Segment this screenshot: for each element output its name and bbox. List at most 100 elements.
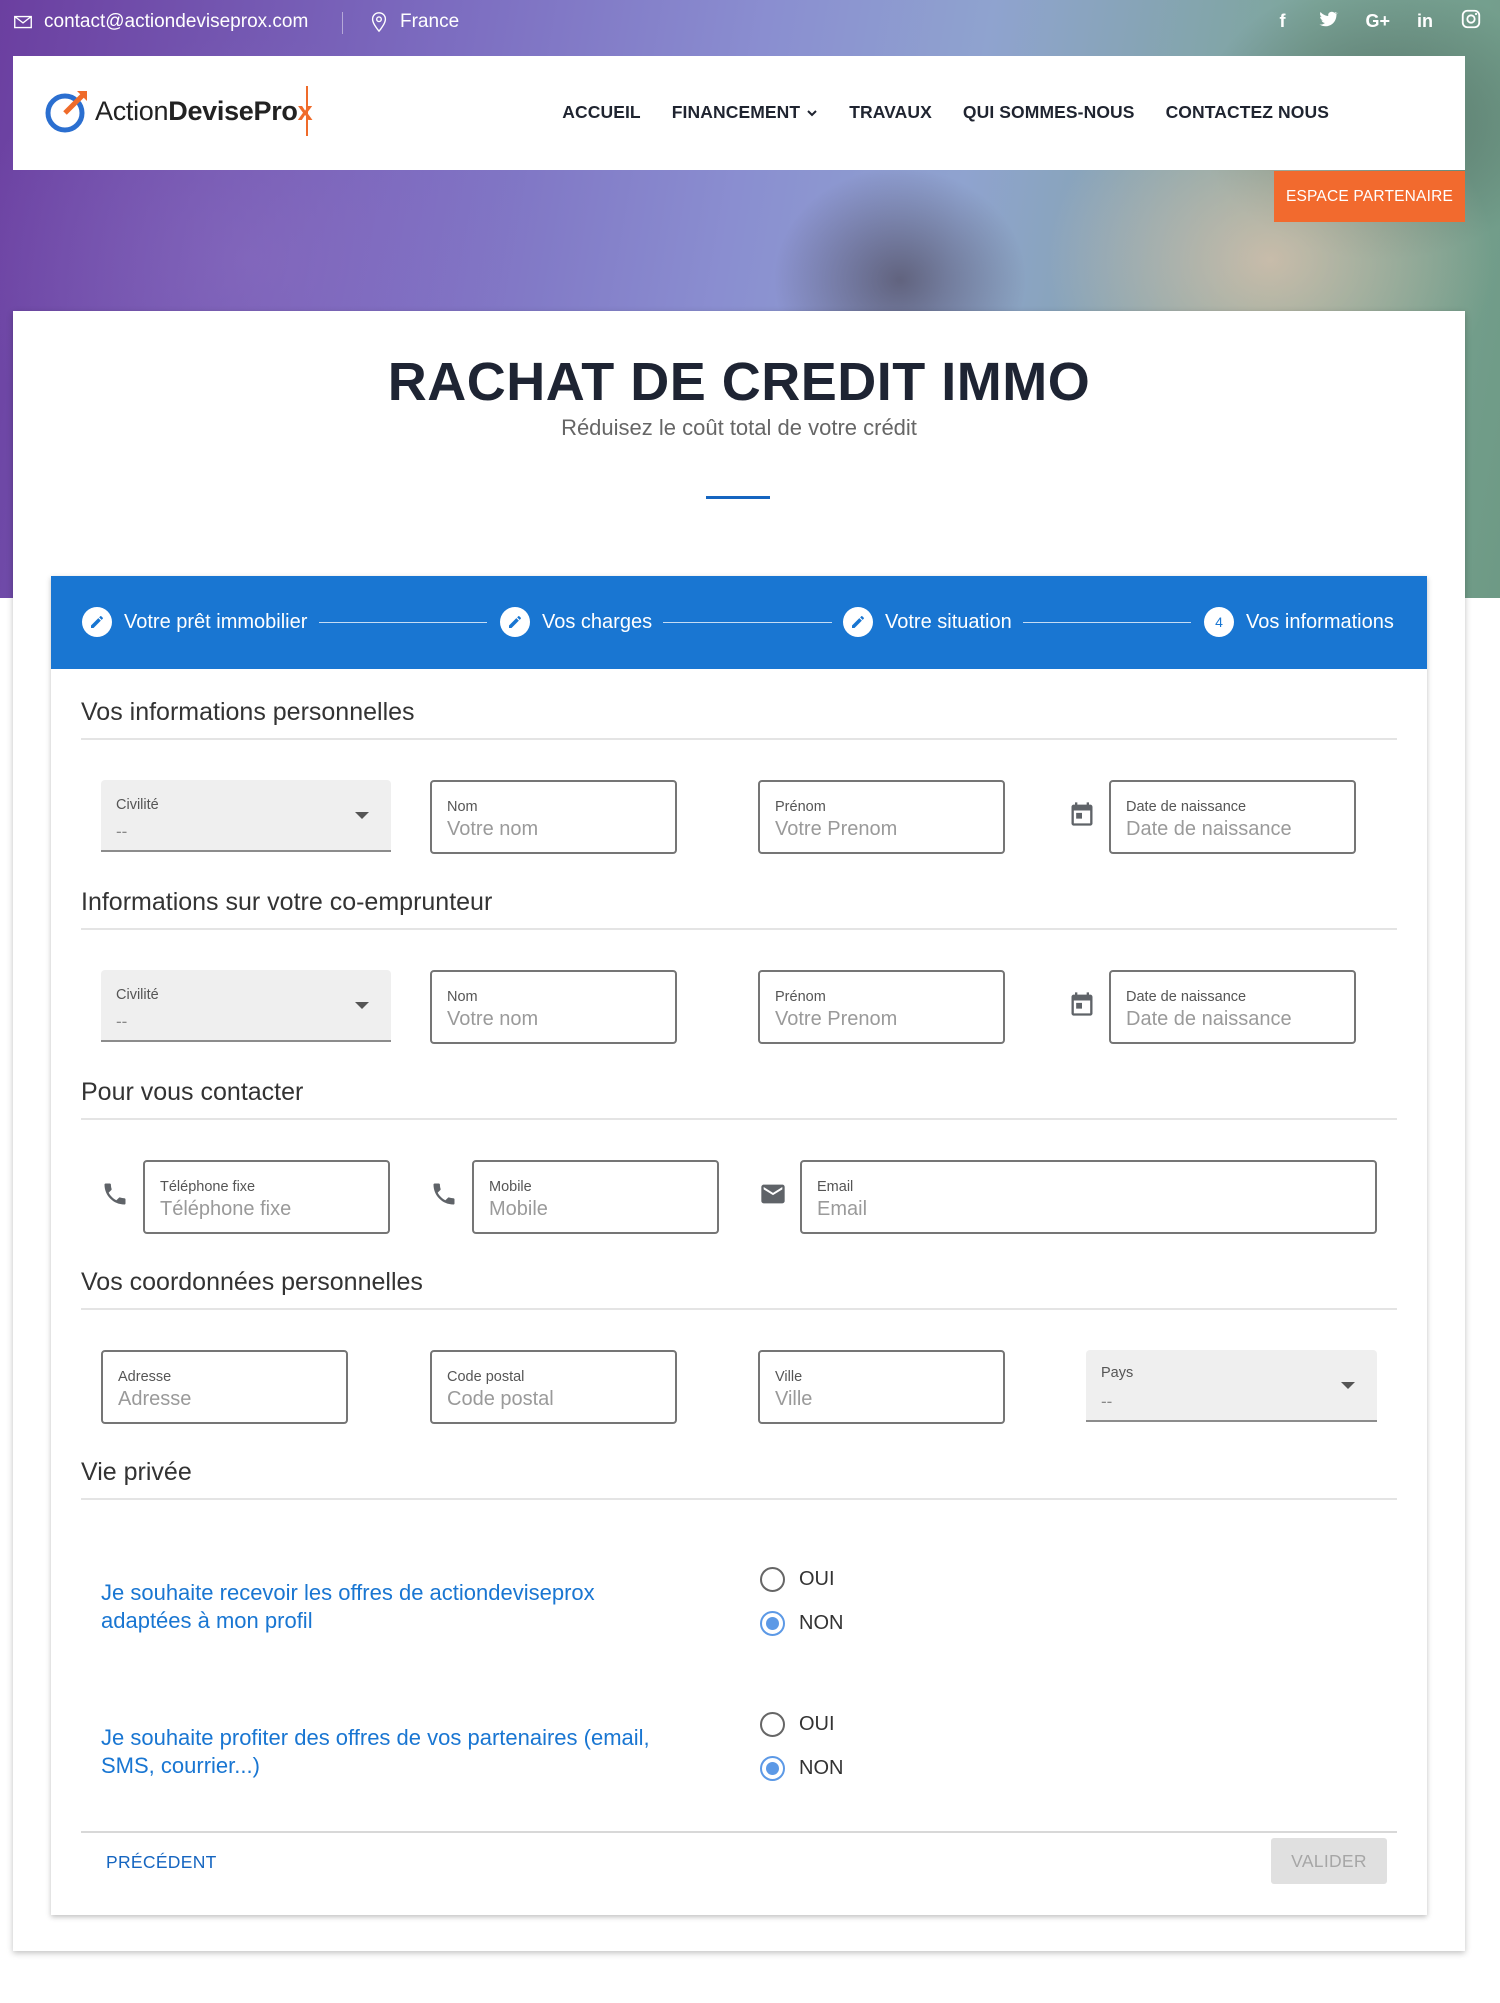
field-label: Prénom — [775, 799, 826, 815]
radio-partners-oui[interactable]: OUI — [760, 1712, 835, 1737]
edit-pencil-icon — [843, 607, 873, 637]
nom-input[interactable] — [447, 818, 660, 841]
ville-field[interactable]: Ville — [758, 1350, 1005, 1424]
section-title-personal: Vos informations personnelles — [81, 698, 415, 726]
nav-financement-label: FINANCEMENT — [671, 102, 801, 122]
field-label: Ville — [775, 1369, 803, 1385]
radio-offers-non[interactable]: NON — [760, 1611, 843, 1636]
prenom-field[interactable]: Prénom — [758, 780, 1005, 854]
twitter-icon[interactable] — [1317, 8, 1339, 35]
email-field[interactable]: Email — [800, 1160, 1377, 1234]
mobile-input[interactable] — [489, 1198, 702, 1221]
section-title-address: Vos coordonnées personnelles — [81, 1268, 423, 1296]
pays-select[interactable]: Pays -- — [1086, 1350, 1377, 1422]
location-text: France — [400, 11, 460, 32]
dropdown-arrow-icon — [355, 812, 369, 819]
linkedin-icon[interactable]: in — [1416, 11, 1434, 32]
step-connector — [1023, 622, 1191, 623]
step-connector — [663, 622, 832, 623]
email-input[interactable] — [817, 1198, 1360, 1221]
top-bar: contact@actiondeviseprox.com France f G+… — [0, 0, 1500, 45]
field-label: Civilité — [116, 797, 159, 813]
nav-accueil[interactable]: ACCUEIL — [562, 102, 640, 123]
submit-button[interactable]: VALIDER — [1271, 1838, 1387, 1884]
calendar-icon[interactable] — [1068, 800, 1096, 828]
edit-pencil-icon — [500, 607, 530, 637]
nom-field[interactable]: Nom — [430, 780, 677, 854]
step-label: Vos informations — [1246, 610, 1394, 633]
radio-label: OUI — [799, 1713, 835, 1735]
step-situation[interactable]: Votre situation — [843, 607, 1012, 637]
social-links: f G+ in — [1273, 8, 1482, 35]
adresse-input[interactable] — [118, 1388, 331, 1411]
nav-contactez-nous[interactable]: CONTACTEZ NOUS — [1166, 102, 1329, 123]
telephone-fixe-field[interactable]: Téléphone fixe — [143, 1160, 390, 1234]
civilite-select[interactable]: Civilité -- — [101, 780, 391, 852]
field-label: Nom — [447, 989, 478, 1005]
step-informations[interactable]: 4 Vos informations — [1204, 607, 1394, 637]
step-charges[interactable]: Vos charges — [500, 607, 652, 637]
location: France — [368, 11, 459, 33]
co-date-naissance-input[interactable] — [1126, 1008, 1339, 1031]
section-title-coborrower: Informations sur votre co-emprunteur — [81, 888, 493, 916]
field-label: Email — [817, 1179, 854, 1195]
privacy-question-offers: Je souhaite recevoir les offres de actio… — [101, 1579, 701, 1635]
privacy-question-line: Je souhaite profiter des offres de vos p… — [101, 1725, 650, 1750]
phone-icon — [104, 1183, 126, 1205]
mobile-field[interactable]: Mobile — [472, 1160, 719, 1234]
co-prenom-input[interactable] — [775, 1008, 988, 1031]
section-divider — [81, 1118, 1397, 1120]
stepper: Votre prêt immobilier Vos charges Votre … — [51, 576, 1427, 669]
adresse-field[interactable]: Adresse — [101, 1350, 348, 1424]
radio-label: NON — [799, 1612, 844, 1634]
mail-icon — [14, 15, 32, 29]
field-label: Adresse — [118, 1369, 172, 1385]
section-divider — [81, 738, 1397, 740]
field-label: Date de naissance — [1126, 989, 1247, 1005]
section-title-privacy: Vie privée — [81, 1458, 192, 1486]
partner-space-button[interactable]: ESPACE PARTENAIRE — [1274, 171, 1465, 222]
step-pret-immobilier[interactable]: Votre prêt immobilier — [82, 607, 307, 637]
step-label: Votre situation — [885, 610, 1012, 633]
chevron-down-icon — [807, 109, 817, 116]
previous-button[interactable]: PRÉCÉDENT — [106, 1840, 217, 1885]
google-plus-icon[interactable]: G+ — [1365, 11, 1390, 32]
calendar-icon[interactable] — [1068, 990, 1096, 1018]
radio-checked-icon — [760, 1756, 785, 1781]
co-prenom-field[interactable]: Prénom — [758, 970, 1005, 1044]
co-date-naissance-field[interactable]: Date de naissance — [1109, 970, 1356, 1044]
logo[interactable]: ActionDeviseProx — [43, 86, 314, 136]
co-nom-field[interactable]: Nom — [430, 970, 677, 1044]
code-postal-input[interactable] — [447, 1388, 660, 1411]
telephone-fixe-input[interactable] — [160, 1198, 373, 1221]
date-naissance-field[interactable]: Date de naissance — [1109, 780, 1356, 854]
co-nom-input[interactable] — [447, 1008, 660, 1031]
section-divider — [81, 928, 1397, 930]
email-icon — [761, 1184, 785, 1204]
facebook-icon[interactable]: f — [1273, 11, 1291, 32]
prenom-input[interactable] — [775, 818, 988, 841]
main-nav: ACCUEIL FINANCEMENT TRAVAUX QUI SOMMES-N… — [562, 102, 1329, 123]
nav-travaux[interactable]: TRAVAUX — [849, 102, 932, 123]
field-label: Date de naissance — [1126, 799, 1247, 815]
date-naissance-input[interactable] — [1126, 818, 1339, 841]
radio-offers-oui[interactable]: OUI — [760, 1567, 835, 1592]
select-value: -- — [116, 1012, 128, 1031]
dropdown-arrow-icon — [1341, 1382, 1355, 1389]
code-postal-field[interactable]: Code postal — [430, 1350, 677, 1424]
ville-input[interactable] — [775, 1388, 988, 1411]
edit-pencil-icon — [82, 607, 112, 637]
privacy-question-line: Je souhaite recevoir les offres de actio… — [101, 1580, 595, 1605]
privacy-question-line: adaptées à mon profil — [101, 1608, 313, 1633]
co-civilite-select[interactable]: Civilité -- — [101, 970, 391, 1042]
nav-financement[interactable]: FINANCEMENT — [672, 102, 818, 123]
contact-email[interactable]: contact@actiondeviseprox.com — [12, 11, 308, 33]
step-connector — [319, 622, 487, 623]
privacy-question-line: SMS, courrier...) — [101, 1753, 260, 1778]
section-title-contact: Pour vous contacter — [81, 1078, 304, 1106]
contact-email-text: contact@actiondeviseprox.com — [44, 11, 309, 32]
nav-qui-sommes-nous[interactable]: QUI SOMMES-NOUS — [963, 102, 1135, 123]
field-label: Civilité — [116, 987, 159, 1003]
instagram-icon[interactable] — [1460, 8, 1482, 35]
radio-partners-non[interactable]: NON — [760, 1756, 843, 1781]
